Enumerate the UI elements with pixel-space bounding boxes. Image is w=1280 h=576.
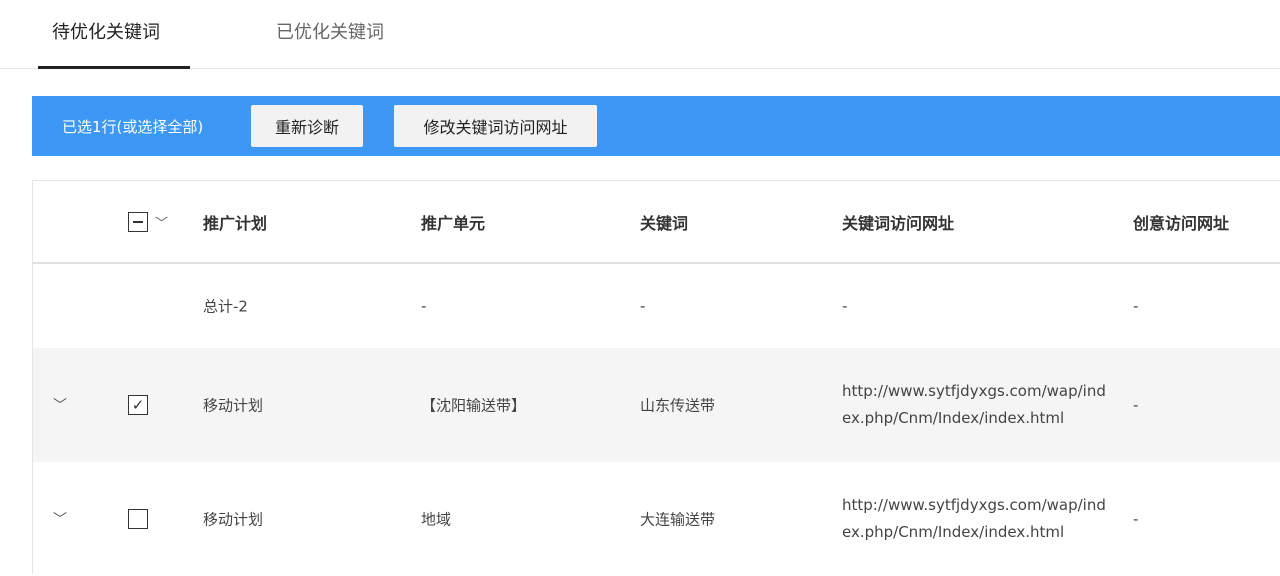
select-all-checkbox[interactable] <box>128 211 148 232</box>
total-url: - <box>842 297 848 315</box>
row-unit: 【沈阳输送带】 <box>421 396 527 415</box>
total-plan: 总计-2 <box>203 297 248 316</box>
row-checkbox[interactable]: ✓ <box>128 395 148 415</box>
row-checkbox[interactable] <box>128 509 148 529</box>
row-plan: 移动计划 <box>203 510 264 529</box>
header-unit[interactable]: 推广单元 <box>421 210 485 234</box>
active-tab-indicator <box>38 66 190 69</box>
row-keyword: 大连输送带 <box>640 510 716 529</box>
selection-action-bar: 已选1行(或选择全部) 重新诊断 修改关键词访问网址 <box>32 96 1280 156</box>
table-header: ﹀ 推广计划 推广单元 关键词 关键词访问网址 创意访问网址 <box>33 181 1280 264</box>
row-creative-url: - <box>1133 396 1139 414</box>
edit-keyword-url-button[interactable]: 修改关键词访问网址 <box>394 105 597 147</box>
total-creative-url: - <box>1133 297 1139 315</box>
total-unit: - <box>421 297 427 315</box>
header-keyword[interactable]: 关键词 <box>640 210 688 234</box>
row-keyword: 山东传送带 <box>640 396 716 415</box>
table-row[interactable]: ﹀ ✓ 移动计划 【沈阳输送带】 山东传送带 http://www.sytfjd… <box>33 348 1280 462</box>
header-plan[interactable]: 推广计划 <box>203 210 267 234</box>
row-creative-url: - <box>1133 510 1139 528</box>
table-row[interactable]: ﹀ 移动计划 地域 大连输送带 http://www.sytfjdyxgs.co… <box>33 462 1280 576</box>
keywords-table: ﹀ 推广计划 推广单元 关键词 关键词访问网址 创意访问网址 总计-2 - - … <box>32 180 1280 574</box>
tab-bar: 待优化关键词 已优化关键词 <box>0 0 1280 69</box>
tab-optimized-keywords[interactable]: 已优化关键词 <box>276 18 384 44</box>
indeterminate-icon <box>133 220 143 223</box>
row-plan: 移动计划 <box>203 396 264 415</box>
tab-pending-keywords[interactable]: 待优化关键词 <box>52 18 160 44</box>
rediagnose-button[interactable]: 重新诊断 <box>251 105 363 147</box>
row-unit: 地域 <box>421 510 452 529</box>
select-dropdown-chevron-icon[interactable]: ﹀ <box>155 212 168 231</box>
row-keyword-url: http://www.sytfjdyxgs.com/wap/index.php/… <box>842 382 1106 427</box>
expand-chevron-icon[interactable]: ﹀ <box>53 509 67 529</box>
header-creative-url[interactable]: 创意访问网址 <box>1133 210 1229 234</box>
header-keyword-url[interactable]: 关键词访问网址 <box>842 210 954 234</box>
checkmark-icon: ✓ <box>131 396 145 414</box>
selection-text[interactable]: 已选1行(或选择全部) <box>62 116 203 137</box>
total-row: 总计-2 - - - - <box>33 264 1280 348</box>
expand-chevron-icon[interactable]: ﹀ <box>53 395 67 415</box>
total-keyword: - <box>640 297 646 315</box>
row-keyword-url: http://www.sytfjdyxgs.com/wap/index.php/… <box>842 496 1106 541</box>
